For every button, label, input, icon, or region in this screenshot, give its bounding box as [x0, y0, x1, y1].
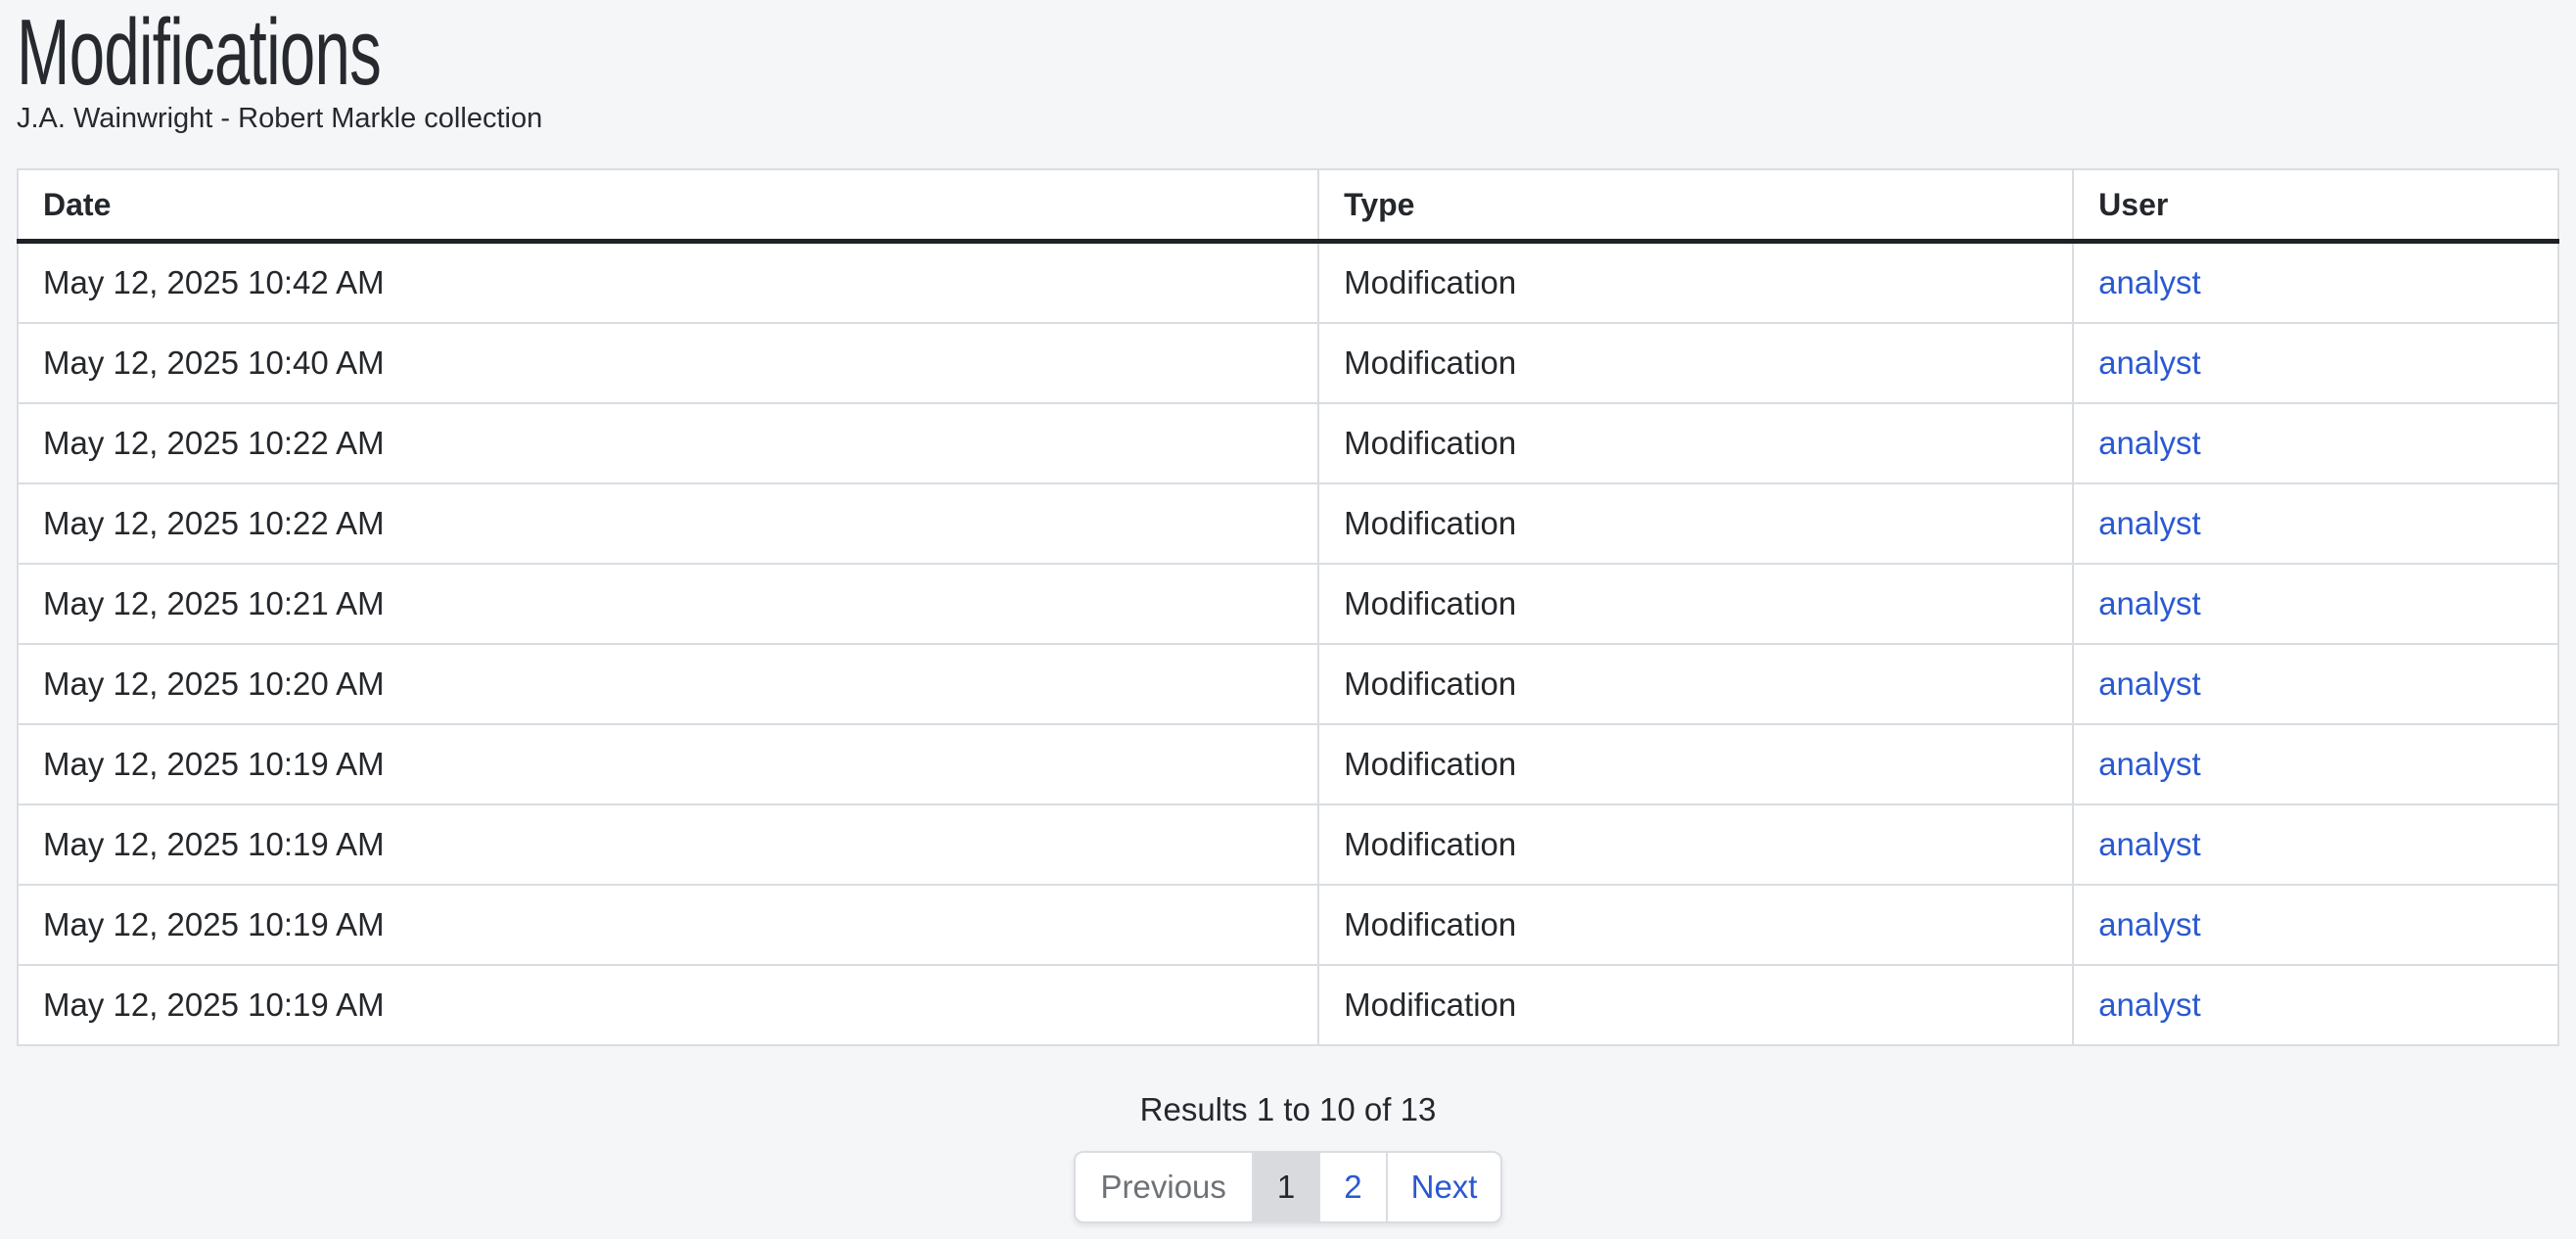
table-row: May 12, 2025 10:19 AMModification analyst [18, 804, 2558, 885]
table-row: May 12, 2025 10:21 AMModification analyst [18, 564, 2558, 644]
date-cell: May 12, 2025 10:21 AM [18, 564, 1318, 644]
page-button-1[interactable]: 1 [1252, 1153, 1318, 1221]
results-count: Results 1 to 10 of 13 [17, 1090, 2559, 1129]
user-link[interactable]: analyst [2098, 264, 2201, 300]
user-cell: analyst [2073, 403, 2558, 483]
user-cell: analyst [2073, 483, 2558, 564]
table-row: May 12, 2025 10:20 AMModification analyst [18, 644, 2558, 724]
user-cell: analyst [2073, 323, 2558, 403]
user-cell: analyst [2073, 965, 2558, 1045]
user-cell: analyst [2073, 804, 2558, 885]
pagination-area: Previous 12 Next [17, 1151, 2559, 1223]
date-cell: May 12, 2025 10:22 AM [18, 403, 1318, 483]
type-cell: Modification [1318, 965, 2073, 1045]
table-row: May 12, 2025 10:42 AMModification analyst [18, 242, 2558, 324]
table-row: May 12, 2025 10:22 AMModification analyst [18, 483, 2558, 564]
type-cell: Modification [1318, 483, 2073, 564]
date-cell: May 12, 2025 10:19 AM [18, 804, 1318, 885]
type-cell: Modification [1318, 804, 2073, 885]
user-link[interactable]: analyst [2098, 746, 2201, 782]
user-cell: analyst [2073, 564, 2558, 644]
type-cell: Modification [1318, 724, 2073, 804]
table-row: May 12, 2025 10:19 AMModification analyst [18, 965, 2558, 1045]
table-row: May 12, 2025 10:19 AMModification analyst [18, 885, 2558, 965]
user-link[interactable]: analyst [2098, 987, 2201, 1023]
pagination: Previous 12 Next [1074, 1151, 1503, 1223]
date-cell: May 12, 2025 10:19 AM [18, 965, 1318, 1045]
page-button-2[interactable]: 2 [1318, 1153, 1385, 1221]
date-cell: May 12, 2025 10:19 AM [18, 724, 1318, 804]
page-title: Modifications [17, 6, 1746, 100]
table-row: May 12, 2025 10:40 AMModification analyst [18, 323, 2558, 403]
user-link[interactable]: analyst [2098, 665, 2201, 702]
user-link[interactable]: analyst [2098, 826, 2201, 862]
previous-button[interactable]: Previous [1076, 1153, 1252, 1221]
type-cell: Modification [1318, 644, 2073, 724]
user-cell: analyst [2073, 724, 2558, 804]
user-link[interactable]: analyst [2098, 425, 2201, 461]
date-cell: May 12, 2025 10:22 AM [18, 483, 1318, 564]
column-header-type: Type [1318, 169, 2073, 242]
user-link[interactable]: analyst [2098, 906, 2201, 942]
header-row: Date Type User [18, 169, 2558, 242]
user-link[interactable]: analyst [2098, 344, 2201, 381]
type-cell: Modification [1318, 242, 2073, 324]
modifications-table: Date Type User May 12, 2025 10:42 AMModi… [17, 168, 2559, 1046]
table-row: May 12, 2025 10:19 AMModification analyst [18, 724, 2558, 804]
modifications-page: Modifications J.A. Wainwright - Robert M… [0, 6, 2576, 1223]
user-link[interactable]: analyst [2098, 585, 2201, 621]
type-cell: Modification [1318, 323, 2073, 403]
date-cell: May 12, 2025 10:40 AM [18, 323, 1318, 403]
page-subtitle: J.A. Wainwright - Robert Markle collecti… [17, 102, 2559, 136]
date-cell: May 12, 2025 10:20 AM [18, 644, 1318, 724]
date-cell: May 12, 2025 10:42 AM [18, 242, 1318, 324]
user-cell: analyst [2073, 644, 2558, 724]
date-cell: May 12, 2025 10:19 AM [18, 885, 1318, 965]
user-cell: analyst [2073, 885, 2558, 965]
type-cell: Modification [1318, 564, 2073, 644]
table-row: May 12, 2025 10:22 AMModification analyst [18, 403, 2558, 483]
next-button[interactable]: Next [1386, 1153, 1501, 1221]
user-link[interactable]: analyst [2098, 505, 2201, 541]
type-cell: Modification [1318, 403, 2073, 483]
user-cell: analyst [2073, 242, 2558, 324]
column-header-date: Date [18, 169, 1318, 242]
type-cell: Modification [1318, 885, 2073, 965]
column-header-user: User [2073, 169, 2558, 242]
